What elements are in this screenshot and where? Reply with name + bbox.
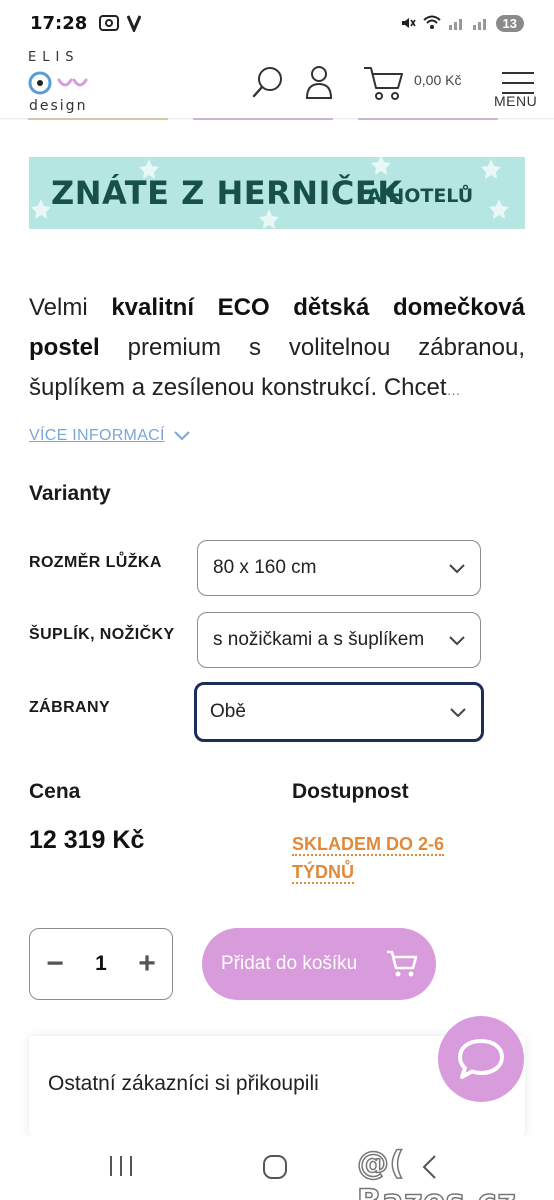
v-icon — [127, 15, 142, 32]
battery-badge: 13 — [495, 14, 524, 32]
category-strip-edge — [28, 118, 498, 120]
status-right: 13 — [400, 14, 524, 32]
banner-subline: A HOTELŮ — [367, 185, 474, 207]
logo-bottom-text: design — [29, 98, 88, 114]
home-icon[interactable] — [262, 1154, 288, 1180]
logo[interactable]: ELIS design — [28, 50, 108, 116]
availability-status[interactable]: SKLADEM DO 2-6 TÝDNŮ — [292, 830, 472, 886]
menu-label[interactable]: MENU — [494, 93, 537, 109]
add-to-cart-label: Přidat do košíku — [221, 953, 358, 974]
cart-icon[interactable] — [362, 64, 404, 102]
screenshot-icon — [99, 15, 120, 31]
banner-headline: ZNÁTE Z HERNIČEK — [51, 174, 403, 212]
price-label: Cena — [29, 780, 81, 803]
quantity-decrease-button[interactable]: − — [42, 949, 68, 979]
user-icon[interactable] — [304, 64, 334, 100]
signal-icon — [448, 19, 462, 30]
rails-select[interactable]: Obě — [194, 682, 484, 742]
related-products-title: Ostatní zákazníci si přikoupili — [48, 1072, 319, 1095]
watermark: @( Bazos.cz — [356, 1143, 516, 1200]
product-price: 12 319 Kč — [29, 826, 145, 854]
chevron-down-icon — [450, 708, 466, 718]
logo-mark-icon — [28, 71, 88, 95]
promo-banner[interactable]: ZNÁTE Z HERNIČEK A HOTELŮ — [29, 157, 525, 229]
variant-label-rails: ZÁBRANY — [29, 699, 111, 716]
quantity-increase-button[interactable]: + — [134, 949, 160, 979]
logo-top-text: ELIS — [28, 50, 80, 65]
chevron-down-icon — [449, 564, 465, 574]
cart-icon — [387, 950, 418, 977]
desc-text-1: Velmi — [29, 294, 112, 321]
mute-icon — [401, 18, 416, 28]
site-header: ELIS design 0,00 Kč MENU — [0, 46, 554, 120]
signal-icon-2 — [472, 19, 486, 30]
desc-ellipsis: … — [446, 382, 461, 398]
availability-label: Dostupnost — [292, 780, 409, 803]
availability-text: SKLADEM DO 2-6 TÝDNŮ — [292, 834, 445, 884]
chat-button[interactable] — [438, 1016, 524, 1102]
chevron-down-icon — [449, 636, 465, 646]
wifi-icon — [422, 15, 441, 29]
cart-price[interactable]: 0,00 Kč — [414, 72, 461, 88]
rails-value: Obě — [210, 701, 246, 722]
variant-label-drawer: ŠUPLÍK, NOŽIČKY — [29, 626, 175, 643]
variants-title: Varianty — [29, 482, 111, 505]
quantity-value[interactable]: 1 — [95, 952, 107, 976]
status-bar: 17:28 13 — [0, 0, 554, 46]
chevron-down-icon — [174, 431, 190, 441]
more-info-link[interactable]: VÍCE INFORMACÍ — [29, 427, 191, 445]
recent-apps-icon[interactable] — [108, 1154, 134, 1178]
drawer-legs-value: s nožičkami a s šuplíkem — [213, 629, 425, 650]
add-to-cart-button[interactable]: Přidat do košíku — [202, 928, 436, 1000]
status-time: 17:28 — [30, 12, 88, 34]
bed-size-select[interactable]: 80 x 160 cm — [197, 540, 481, 596]
variant-label-size: ROZMĚR LŮŽKA — [29, 554, 162, 571]
product-description: Velmi kvalitní ECO dětská domečková post… — [29, 288, 525, 410]
drawer-legs-select[interactable]: s nožičkami a s šuplíkem — [197, 612, 481, 668]
more-info-label: VÍCE INFORMACÍ — [29, 427, 165, 444]
quantity-stepper: − 1 + — [29, 928, 173, 1000]
search-icon[interactable] — [250, 64, 286, 100]
chat-bubble-icon — [458, 1039, 504, 1079]
status-left-icons — [99, 14, 142, 32]
bed-size-value: 80 x 160 cm — [213, 557, 317, 578]
